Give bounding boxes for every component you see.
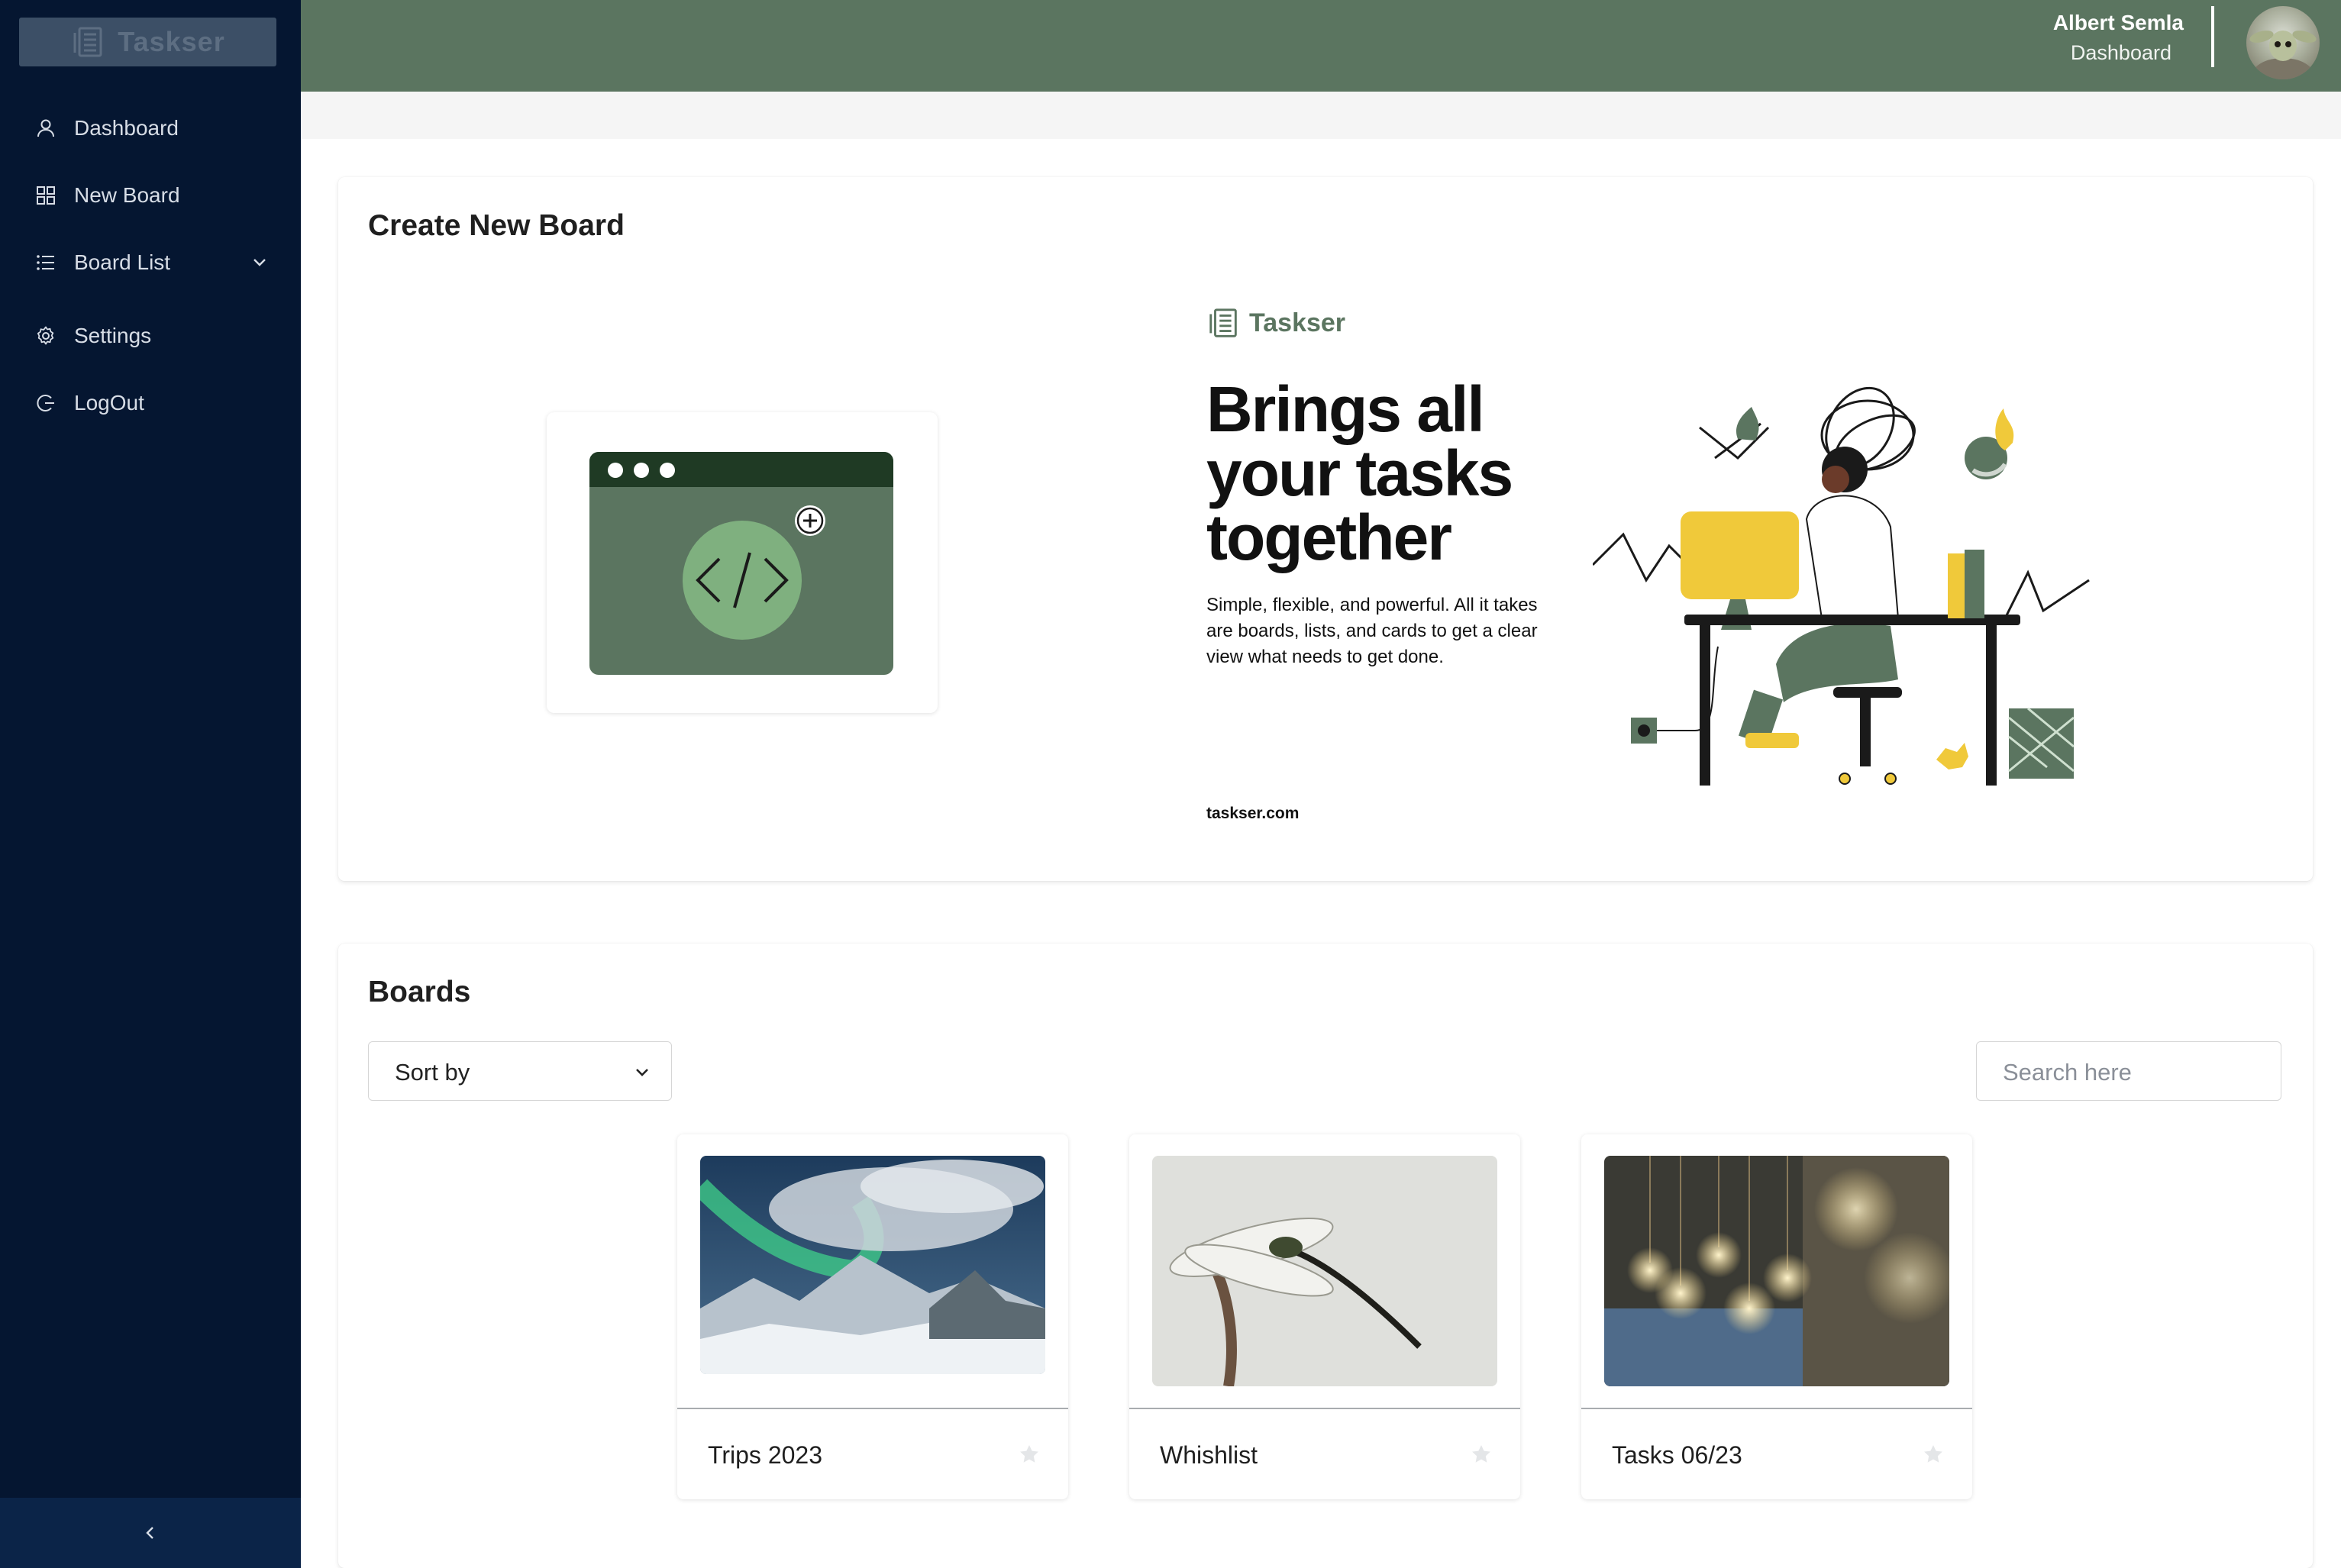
new-board-tile[interactable] [547,412,938,713]
search-placeholder: Search here [2003,1059,2132,1086]
board-card-trips[interactable]: Trips 2023 [677,1134,1068,1499]
star-icon[interactable] [1018,1443,1041,1466]
star-icon[interactable] [1470,1443,1493,1466]
avatar-image [2249,31,2317,79]
user-role: Dashboard [2070,41,2171,64]
card-divider [1129,1408,1520,1409]
promo-logo: Taskser [1206,305,1345,340]
board-thumbnail [700,1156,1045,1374]
board-title: Whishlist [1160,1441,1258,1469]
promo-description: Simple, flexible, and powerful. All it t… [1206,595,1538,667]
app-logo[interactable]: Taskser [19,18,276,66]
chevron-left-icon [146,1527,153,1539]
star-icon[interactable] [1922,1443,1945,1466]
light-bulbs-image [1604,1156,1949,1386]
search-input[interactable]: Search here [1976,1041,2281,1101]
sidebar-item-settings[interactable]: Settings [0,313,301,359]
chevron-down-icon [636,1069,648,1076]
sidebar-item-label: Settings [74,324,152,347]
gear-icon [37,326,54,345]
logout-icon [37,395,54,411]
sidebar-item-label: Dashboard [74,116,179,140]
promo-site-link[interactable]: taskser.com [1206,805,1299,823]
sidebar-item-board-list[interactable]: Board List [0,240,301,286]
board-thumbnail [1152,1156,1497,1386]
board-card-tasks[interactable]: Tasks 06/23 [1581,1134,1972,1499]
board-thumbnail [1604,1156,1949,1386]
sidebar-item-label: New Board [74,183,180,207]
dragonfly-image [1152,1156,1497,1386]
sidebar-item-logout[interactable]: LogOut [0,380,301,426]
sidebar-item-dashboard[interactable]: Dashboard [0,105,301,151]
board-card-whishlist[interactable]: Whishlist [1129,1134,1520,1499]
aurora-landscape-image [700,1156,1045,1374]
list-icon [37,255,54,270]
notebook-logo-icon [73,27,102,57]
promo-headline: Brings all your tasks together [1206,373,1513,573]
create-board-title: Create New Board [368,209,625,242]
sort-label: Sort by [395,1059,470,1086]
sort-select[interactable]: Sort by [368,1041,672,1101]
notebook-logo-icon [1209,308,1237,337]
sidebar-item-new-board[interactable]: New Board [0,173,301,218]
code-window-icon [589,452,893,675]
content-top-strip [301,92,2341,139]
app-name: Taskser [118,26,225,57]
top-header: Albert Semla Dashboard [301,0,2341,92]
sidebar: Taskser Dashboard New Board Board List S… [0,0,301,1568]
grid-icon [37,186,55,205]
sidebar-item-label: LogOut [74,391,144,415]
user-icon [37,119,54,137]
chevron-down-icon[interactable] [249,252,270,273]
sidebar-item-label: Board List [74,250,171,274]
promo-brand: Taskser [1249,308,1346,337]
user-name: Albert Semla [2052,11,2184,34]
worker-illustration [1593,386,2090,786]
card-divider [677,1408,1068,1409]
card-divider [1581,1408,1972,1409]
header-divider [2211,6,2214,67]
board-title: Tasks 06/23 [1612,1441,1742,1469]
boards-title: Boards [368,976,471,1008]
board-title: Trips 2023 [708,1441,822,1469]
avatar[interactable] [2246,6,2320,79]
sidebar-collapse-button[interactable] [0,1498,301,1568]
